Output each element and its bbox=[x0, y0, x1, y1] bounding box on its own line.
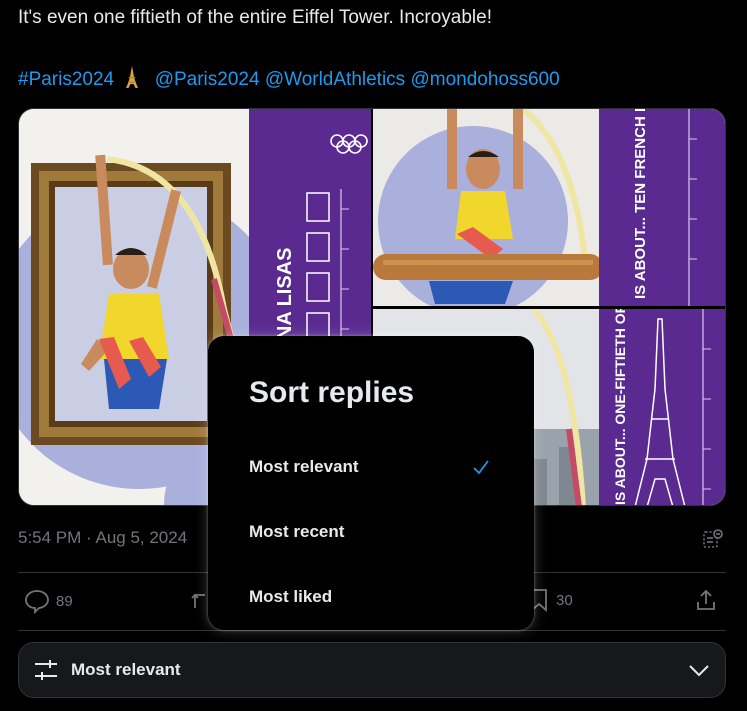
sliders-icon bbox=[35, 660, 57, 680]
share-icon bbox=[697, 589, 715, 610]
sort-option-label: Most liked bbox=[249, 587, 333, 606]
post-analytics-icon[interactable] bbox=[702, 528, 724, 550]
bookmark-button[interactable]: 30 bbox=[528, 588, 573, 612]
tweet-text: It's even one fiftieth of the entire Eif… bbox=[18, 7, 492, 28]
sort-bar-label: Most relevant bbox=[71, 660, 181, 679]
divider bbox=[18, 630, 726, 631]
sort-option-most-relevant[interactable]: Most relevant bbox=[208, 436, 534, 498]
mention-link[interactable]: @Paris2024 bbox=[155, 69, 260, 90]
checkmark-icon bbox=[473, 460, 489, 475]
share-button[interactable] bbox=[694, 588, 718, 612]
eiffel-tower-emoji-icon bbox=[125, 66, 139, 88]
sort-replies-bar[interactable]: Most relevant bbox=[18, 642, 726, 698]
chevron-down-icon[interactable] bbox=[687, 658, 711, 682]
bookmark-count: 30 bbox=[556, 591, 573, 609]
media-image-baguette[interactable]: IS ABOUT... TEN FRENCH BAGUETTES bbox=[373, 109, 725, 306]
sort-replies-menu: Sort replies Most relevant Most recent M… bbox=[208, 336, 534, 630]
banner-text: IS ABOUT... TEN FRENCH BAGUETTES bbox=[632, 109, 649, 299]
sort-option-label: Most recent bbox=[249, 522, 345, 541]
reply-count: 89 bbox=[56, 592, 73, 610]
reply-button[interactable]: 89 bbox=[24, 588, 73, 614]
reply-icon bbox=[25, 590, 49, 614]
sort-menu-title: Sort replies bbox=[249, 376, 415, 409]
tweet-timestamp[interactable]: 5:54 PM · Aug 5, 2024 bbox=[18, 528, 187, 548]
mention-link[interactable]: @mondohoss600 bbox=[410, 69, 559, 90]
mention-link[interactable]: @WorldAthletics bbox=[265, 69, 405, 90]
sort-option-most-recent[interactable]: Most recent bbox=[208, 501, 534, 563]
banner-text: IS ABOUT... ONE-FIFTIETH OF THE EIFFEL T… bbox=[612, 309, 628, 505]
hashtag-link[interactable]: #Paris2024 bbox=[18, 69, 114, 90]
sort-option-most-liked[interactable]: Most liked bbox=[208, 566, 534, 628]
sort-option-label: Most relevant bbox=[249, 457, 359, 476]
tweet-tags: #Paris2024 @Paris2024 @WorldAthletics @m… bbox=[18, 66, 560, 92]
